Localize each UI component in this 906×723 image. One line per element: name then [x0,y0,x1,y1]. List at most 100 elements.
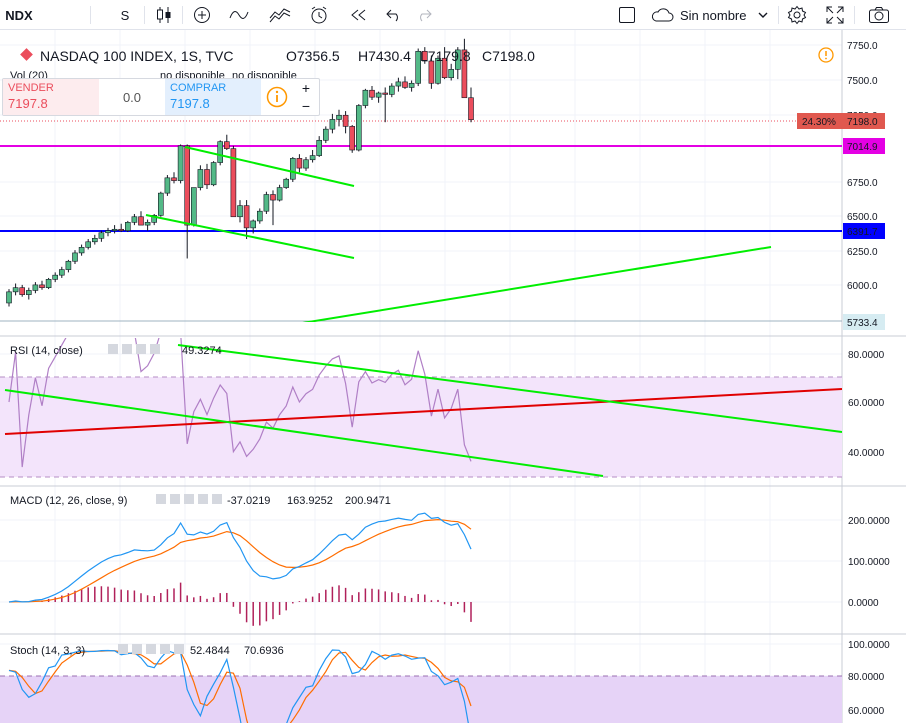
stoch-pane-controls[interactable] [118,644,184,654]
candle-body [177,145,184,181]
candle-body [184,145,190,226]
plus-circle-icon[interactable] [190,0,214,30]
rsi-pane-controls[interactable] [108,344,160,354]
candle-body [85,241,91,248]
candle-body [336,114,342,120]
symbol-search-button[interactable]: NDX [0,0,38,30]
buy-sell-panel: VENDER 7197.8 0.0 COMPRAR 7197.8 + − [2,78,320,116]
symbol-label: NDX [5,7,33,23]
candle-body [224,141,230,149]
candle-body [448,69,455,79]
stoch-k-value: 52.4844 [190,645,230,657]
macd-axis[interactable]: 200.0000 100.0000 0.0000 [848,516,890,609]
indicators-icon[interactable] [226,0,252,30]
quantity-plus-button[interactable]: + [302,80,310,96]
gear-icon[interactable] [784,0,810,30]
candles-icon[interactable] [152,0,176,30]
current-price-label: 7198.0 [847,117,878,128]
macd-histogram [14,582,472,626]
candle-body [237,205,243,218]
interval-button[interactable]: S [112,0,138,30]
candle-body [138,216,144,226]
upper-channel-trendline[interactable] [184,146,355,187]
camera-icon[interactable] [864,0,894,30]
candle-body [164,177,171,194]
price-tick: 6750.0 [847,178,878,189]
candle-body [395,81,402,87]
candle-body [402,81,408,88]
candle-body [283,178,290,188]
toolbar-divider [144,6,145,24]
candle-body [289,158,296,180]
candle-body [25,290,32,295]
stoch-axis[interactable]: 100.0000 80.0000 60.0000 [848,640,890,717]
macd-tick: 100.0000 [848,557,890,568]
cloud-icon [650,7,674,23]
candle-body [342,114,349,127]
candle-body [98,232,105,239]
stoch-band [0,676,842,723]
undo-icon[interactable] [382,0,406,30]
macd-tick: 0.0000 [848,598,879,609]
rsi-tick: 60.0000 [848,398,885,409]
buy-button[interactable]: COMPRAR 7197.8 [165,79,261,115]
stoch-tick: 60.0000 [848,706,885,717]
price-legend: NASDAQ 100 INDEX, 1S, TVC O7356.5 H7430.… [10,47,834,82]
candle-body [12,287,19,293]
rsi-axis[interactable]: 80.0000 60.0000 40.0000 [848,350,885,459]
candle-body [322,128,329,141]
chart-area[interactable]: NASDAQ 100 INDEX, 1S, TVC O7356.5 H7430.… [0,30,906,723]
fullscreen-icon[interactable] [822,0,848,30]
buy-label: COMPRAR [170,82,227,94]
layout-name-button[interactable]: Sin nombre [650,0,778,30]
candle-body [125,222,131,231]
candle-body [39,284,45,288]
toolbar-divider [90,6,91,24]
candle-body [250,220,256,229]
quantity-minus-button[interactable]: − [302,98,310,114]
candle-body [144,222,151,226]
sell-button[interactable]: VENDER 7197.8 [3,79,99,115]
chevron-down-icon [758,12,768,18]
candle-body [171,177,177,181]
long-support-trendline[interactable] [210,246,772,338]
replay-icon[interactable] [346,0,372,30]
macd-pane-controls[interactable] [156,494,222,504]
candle-body [296,158,303,169]
candle-body [276,187,283,201]
macd-hist-value: -37.0219 [227,495,270,507]
candle-body [118,228,124,231]
candle-body [428,60,435,84]
candle-body [408,82,415,88]
candle-body [6,291,12,304]
order-info-icon[interactable] [261,79,293,115]
price-tick: 6250.0 [847,247,878,258]
candle-body [375,92,382,98]
candle-body [58,269,65,276]
price-axis[interactable]: 7750.0 7500.0 7250.0 6750.0 6500.0 6250.… [797,41,885,330]
candle-body [309,155,316,161]
templates-icon[interactable] [266,0,294,30]
layout-square-icon[interactable] [614,0,640,30]
candle-body [52,274,59,280]
candle-body [197,169,204,188]
spread-value: 0.0 [122,89,142,105]
candle-body [256,210,263,222]
redo-icon[interactable] [412,0,436,30]
symbol-color-marker [20,48,33,61]
candle-body [131,216,138,223]
candle-body [210,162,217,186]
candle-body [158,192,164,216]
sell-label: VENDER [8,82,54,94]
price-tick: 6000.0 [847,281,878,292]
alert-clock-icon[interactable] [306,0,332,30]
top-toolbar: NDX S Sin nombre [0,0,906,30]
rsi-tick: 80.0000 [848,350,885,361]
current-change-pct: 24.30% [802,117,836,128]
warning-icon[interactable] [818,47,834,63]
candle-body [45,279,52,288]
candle-body [32,284,39,291]
candle-body [263,194,270,212]
buy-price: 7197.8 [170,96,210,111]
candle-body [362,89,369,106]
